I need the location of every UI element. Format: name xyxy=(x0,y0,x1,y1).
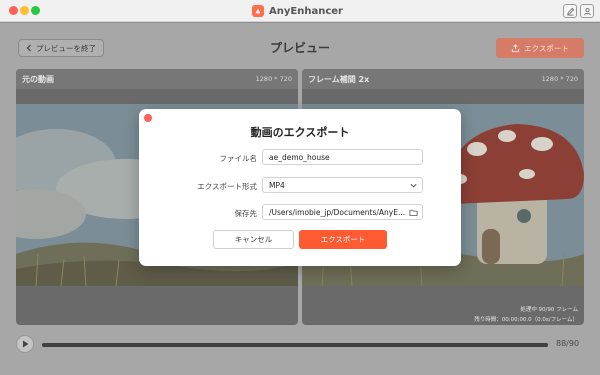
app-title: AnyEnhancer xyxy=(252,4,343,18)
filename-value: ae_demo_house xyxy=(269,152,330,162)
filename-label: ファイル名 xyxy=(219,154,258,163)
export-format-label: エクスポート形式 xyxy=(197,182,257,191)
window-close-button[interactable] xyxy=(9,6,18,15)
exit-preview-button[interactable]: プレビューを終了 xyxy=(18,39,104,57)
playback-progress-fill xyxy=(42,343,548,347)
save-location-value: /Users/imobie_jp/Documents/AnyE... xyxy=(269,207,406,217)
export-button-top-label: エクスポート xyxy=(524,43,569,53)
playback-progress-bar[interactable] xyxy=(42,343,548,347)
original-video-label: 元の動画 xyxy=(22,75,54,84)
app-logo-icon xyxy=(252,5,264,17)
frame-counter: 88/90 xyxy=(556,339,580,348)
app-name: AnyEnhancer xyxy=(269,5,343,17)
filename-input[interactable]: ae_demo_house xyxy=(262,149,423,165)
export-format-value: MP4 xyxy=(269,180,285,190)
original-video-resolution: 1280 * 720 xyxy=(255,75,292,83)
interpolated-video-label: フレーム補間 2x xyxy=(308,75,370,84)
user-icon[interactable] xyxy=(580,4,594,18)
panel-header: フレーム補間 2x 1280 * 720 xyxy=(302,69,584,89)
save-location-field[interactable]: /Users/imobie_jp/Documents/AnyE... xyxy=(262,204,423,220)
export-dialog: 動画のエクスポート ファイル名 ae_demo_house エクスポート形式 M… xyxy=(139,109,461,266)
page-title: プレビュー xyxy=(269,41,330,55)
panel-header: 元の動画 1280 * 720 xyxy=(16,69,298,89)
dialog-close-button[interactable] xyxy=(144,114,152,122)
edit-icon[interactable] xyxy=(563,4,577,18)
export-format-select[interactable]: MP4 xyxy=(262,177,423,193)
export-button[interactable]: エクスポート xyxy=(299,230,387,249)
export-icon xyxy=(512,43,520,52)
interpolated-video-resolution: 1280 * 720 xyxy=(541,75,578,83)
cancel-button[interactable]: キャンセル xyxy=(213,230,294,249)
export-button-top[interactable]: エクスポート xyxy=(496,38,584,58)
chevron-down-icon xyxy=(410,183,417,188)
remaining-time-status: 残り時間：00:00:00.0（0.0s/フレーム） xyxy=(474,317,578,323)
play-button[interactable] xyxy=(16,335,34,353)
dialog-title: 動画のエクスポート xyxy=(250,126,350,139)
play-icon xyxy=(22,340,28,348)
title-bar: AnyEnhancer xyxy=(0,0,600,22)
processing-frames-status: 処理中 90/90 フレーム xyxy=(520,307,578,313)
save-location-label: 保存先 xyxy=(234,209,258,218)
chevron-left-icon xyxy=(26,44,31,52)
window-maximize-button[interactable] xyxy=(31,6,40,15)
folder-icon[interactable] xyxy=(409,208,418,217)
exit-preview-label: プレビューを終了 xyxy=(36,43,96,53)
window-minimize-button[interactable] xyxy=(20,6,29,15)
